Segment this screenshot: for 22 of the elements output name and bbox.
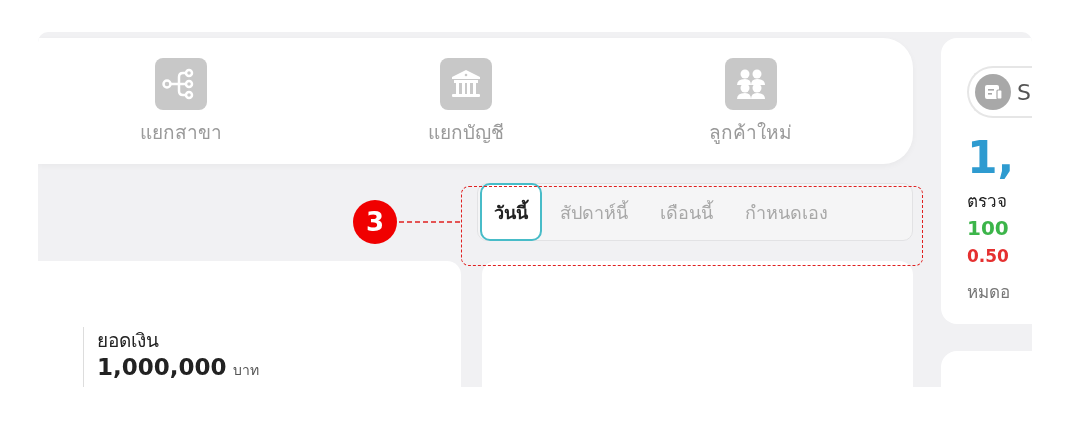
check-label: ตรวจ [967,190,1008,213]
store-selector[interactable]: S [967,66,1032,118]
document-icon [975,74,1011,110]
period-tab[interactable]: สัปดาห์นี้ [546,183,642,242]
period-tab[interactable]: เดือนนี้ [646,183,727,242]
bank-icon[interactable] [439,58,492,110]
period-tab[interactable]: วันนี้ [480,183,542,242]
period-tab[interactable]: กำหนดเอง [731,183,842,242]
annotation-number: 3 [353,200,397,244]
negative-value: 0.50 [967,245,1010,268]
positive-value: 100 [967,215,1010,242]
people-icon[interactable] [724,58,777,110]
leader-line [399,221,461,223]
shortcut-label[interactable]: แยกสาขา [139,118,222,146]
branch-icon[interactable] [154,58,207,110]
total-value: 1, [967,132,1016,184]
currency-unit: บาท [232,361,259,380]
balance-label: ยอดเงิน [97,328,160,353]
expiry-label: หมดอ [967,281,1011,304]
balance-amount: 1,000,000 [97,353,227,381]
shortcut-label[interactable]: ลูกค้าใหม่ [709,118,792,146]
shortcut-label[interactable]: แยกบัญชี [427,118,504,146]
